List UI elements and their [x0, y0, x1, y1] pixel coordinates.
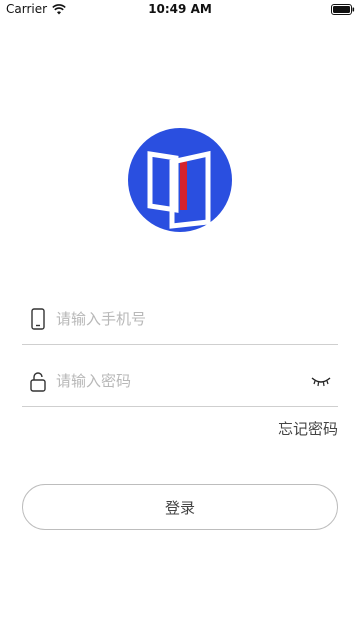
phone-field-row [22, 292, 338, 345]
lock-icon [30, 372, 46, 392]
login-button[interactable]: 登录 [22, 484, 338, 530]
app-logo-icon [128, 128, 232, 232]
status-time: 10:49 AM [148, 2, 212, 16]
password-field-row [22, 354, 338, 407]
phone-icon [31, 308, 45, 330]
battery-icon [331, 4, 355, 15]
eye-closed-icon[interactable] [310, 374, 332, 388]
status-bar: Carrier 10:49 AM [0, 0, 360, 20]
forgot-password-link[interactable]: 忘记密码 [278, 418, 338, 439]
password-input[interactable] [56, 368, 296, 394]
phone-input[interactable] [56, 306, 296, 332]
